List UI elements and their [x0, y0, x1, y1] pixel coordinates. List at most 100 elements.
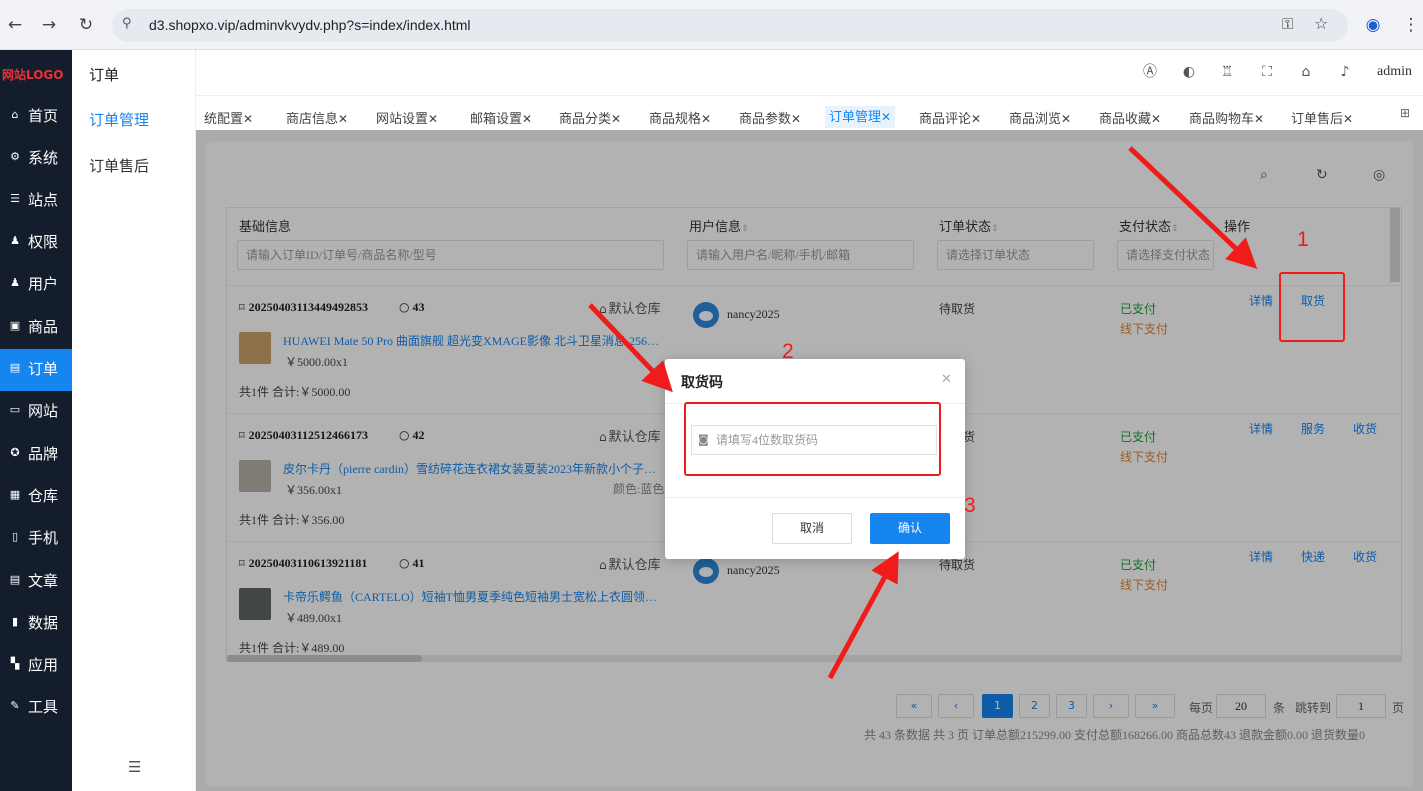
key-icon[interactable]: ⚿ [1282, 15, 1293, 33]
fullscreen-icon[interactable]: ⛶ [1259, 64, 1275, 80]
close-icon[interactable]: ✕ [1061, 112, 1071, 126]
sidebar-item-label: 手机 [28, 529, 59, 547]
close-icon[interactable]: ✕ [1343, 112, 1353, 126]
badge-icon: ✪ [10, 446, 20, 459]
mobile-icon: ▯ [11, 530, 19, 543]
close-icon[interactable]: ✕ [941, 372, 952, 387]
tab-11[interactable]: 商品购物车✕ [1189, 108, 1264, 127]
sub-nav: 订单 订单管理 订单售后 ☰ [72, 50, 196, 791]
site-logo[interactable]: 网站LOGO [2, 66, 63, 83]
sidebar-item-3[interactable]: ♟ 权限 [0, 222, 72, 264]
sidebar-item-10[interactable]: ▯ 手机 [0, 518, 72, 560]
close-icon[interactable]: ✕ [881, 110, 891, 124]
sidebar-item-label: 网站 [28, 402, 59, 420]
user-lock-icon: ♟ [10, 234, 20, 247]
tab-10[interactable]: 商品收藏✕ [1099, 108, 1161, 127]
subnav-item-order-manage[interactable]: 订单管理 [89, 109, 149, 130]
tab-label: 商品浏览 [1009, 111, 1062, 126]
sidebar-item-label: 数据 [28, 614, 59, 632]
tab-7[interactable]: 订单管理✕ [825, 106, 896, 128]
sidebar-item-5[interactable]: ▣ 商品 [0, 307, 72, 349]
browser-toolbar: ← → ↻ ⚲ d3.shopxo.vip/adminvkvydv.php?s=… [0, 0, 1423, 50]
subnav-item-after-sales[interactable]: 订单售后 [89, 155, 149, 176]
close-icon[interactable]: ✕ [338, 112, 348, 126]
site-settings-icon[interactable]: ⚲ [122, 16, 132, 31]
address-bar[interactable]: ⚲ d3.shopxo.vip/adminvkvydv.php?s=index/… [112, 9, 1348, 42]
reload-icon[interactable]: ↻ [75, 14, 97, 36]
tab-label: 商品分类 [559, 111, 612, 126]
tab-6[interactable]: 商品参数✕ [739, 108, 801, 127]
tab-3[interactable]: 邮箱设置✕ [470, 108, 532, 127]
tab-5[interactable]: 商品规格✕ [649, 108, 711, 127]
tab-label: 商品规格 [649, 111, 702, 126]
bar-chart-icon: ▮ [11, 615, 19, 628]
tab-9[interactable]: 商品浏览✕ [1009, 108, 1071, 127]
cancel-button[interactable]: 取消 [772, 513, 852, 544]
tab-label: 订单管理 [829, 109, 882, 124]
tabs-more-icon[interactable]: ⊞ [1400, 106, 1410, 120]
close-icon[interactable]: ✕ [522, 112, 532, 126]
dialog-divider [665, 497, 965, 498]
profile-icon[interactable]: ◉ [1362, 14, 1384, 36]
sidebar-item-2[interactable]: ☰ 站点 [0, 180, 72, 222]
sidebar-item-label: 系统 [28, 149, 59, 167]
sidebar-item-0[interactable]: ⌂ 首页 [0, 96, 72, 138]
annotation-box-input [684, 402, 941, 476]
sidebar-item-9[interactable]: ▦ 仓库 [0, 476, 72, 518]
tab-label: 商品参数 [739, 111, 792, 126]
tab-8[interactable]: 商品评论✕ [919, 108, 981, 127]
tab-label: 网站设置 [376, 111, 429, 126]
url-text[interactable]: d3.shopxo.vip/adminvkvydv.php?s=index/in… [149, 17, 471, 33]
order-icon: ▤ [9, 361, 21, 374]
admin-user-menu[interactable]: admin [1377, 64, 1412, 80]
translate-icon[interactable]: Ⓐ [1142, 64, 1158, 80]
close-icon[interactable]: ✕ [701, 112, 711, 126]
sidebar-item-11[interactable]: ▤ 文章 [0, 561, 72, 603]
wrench-icon: ✎ [10, 699, 20, 712]
palette-icon[interactable]: ◐ [1181, 64, 1197, 80]
close-icon[interactable]: ✕ [611, 112, 621, 126]
tab-label: 商品评论 [919, 111, 972, 126]
tab-12[interactable]: 订单售后✕ [1291, 108, 1353, 127]
close-icon[interactable]: ✕ [1254, 112, 1264, 126]
main-sidebar: 网站LOGO ⌂ 首页 ⚙ 系统 ☰ 站点 ♟ 权限 ♟ 用户 ▣ 商品 ▤ 订单 ▭ 网站 ✪ 品牌 ▦ 仓库 ▯ 手机… [0, 50, 72, 791]
star-icon[interactable]: ☆ [1314, 14, 1328, 33]
sidebar-item-13[interactable]: ▚ 应用 [0, 645, 72, 687]
back-icon[interactable]: ← [4, 14, 26, 36]
close-icon[interactable]: ✕ [971, 112, 981, 126]
close-icon[interactable]: ✕ [791, 112, 801, 126]
sidebar-item-label: 首页 [28, 107, 59, 125]
sidebar-item-12[interactable]: ▮ 数据 [0, 603, 72, 645]
sidebar-item-8[interactable]: ✪ 品牌 [0, 434, 72, 476]
subnav-title: 订单 [89, 68, 120, 84]
tab-1[interactable]: 商店信息✕ [286, 108, 348, 127]
sidebar-item-1[interactable]: ⚙ 系统 [0, 138, 72, 180]
sidebar-item-7[interactable]: ▭ 网站 [0, 391, 72, 433]
bell-icon[interactable]: ♪ [1337, 64, 1353, 80]
collapse-menu-icon[interactable]: ☰ [128, 758, 141, 776]
user-icon: ♟ [10, 276, 20, 289]
sidebar-item-label: 应用 [28, 656, 59, 674]
article-icon: ▤ [9, 573, 21, 586]
tab-0[interactable]: 统配置✕ [204, 108, 253, 127]
sidebar-item-label: 仓库 [28, 487, 59, 505]
close-icon[interactable]: ✕ [1151, 112, 1161, 126]
close-icon[interactable]: ✕ [428, 112, 438, 126]
sidebar-item-4[interactable]: ♟ 用户 [0, 264, 72, 306]
confirm-button[interactable]: 确认 [870, 513, 950, 544]
home-icon[interactable]: ⌂ [1298, 64, 1314, 80]
forward-icon[interactable]: → [38, 14, 60, 36]
tab-label: 邮箱设置 [470, 111, 523, 126]
sidebar-item-label: 品牌 [28, 445, 59, 463]
tab-2[interactable]: 网站设置✕ [376, 108, 438, 127]
sidebar-item-6[interactable]: ▤ 订单 [0, 349, 72, 391]
sidebar-item-label: 工具 [28, 698, 59, 716]
cake-icon[interactable]: ♖ [1219, 64, 1235, 80]
menu-icon[interactable]: ⋮ [1400, 14, 1422, 36]
sidebar-item-14[interactable]: ✎ 工具 [0, 687, 72, 729]
sidebar-item-label: 权限 [28, 233, 59, 251]
apps-icon: ▚ [10, 657, 20, 670]
tab-4[interactable]: 商品分类✕ [559, 108, 621, 127]
gear-icon: ⚙ [10, 150, 20, 163]
close-icon[interactable]: ✕ [243, 112, 253, 126]
